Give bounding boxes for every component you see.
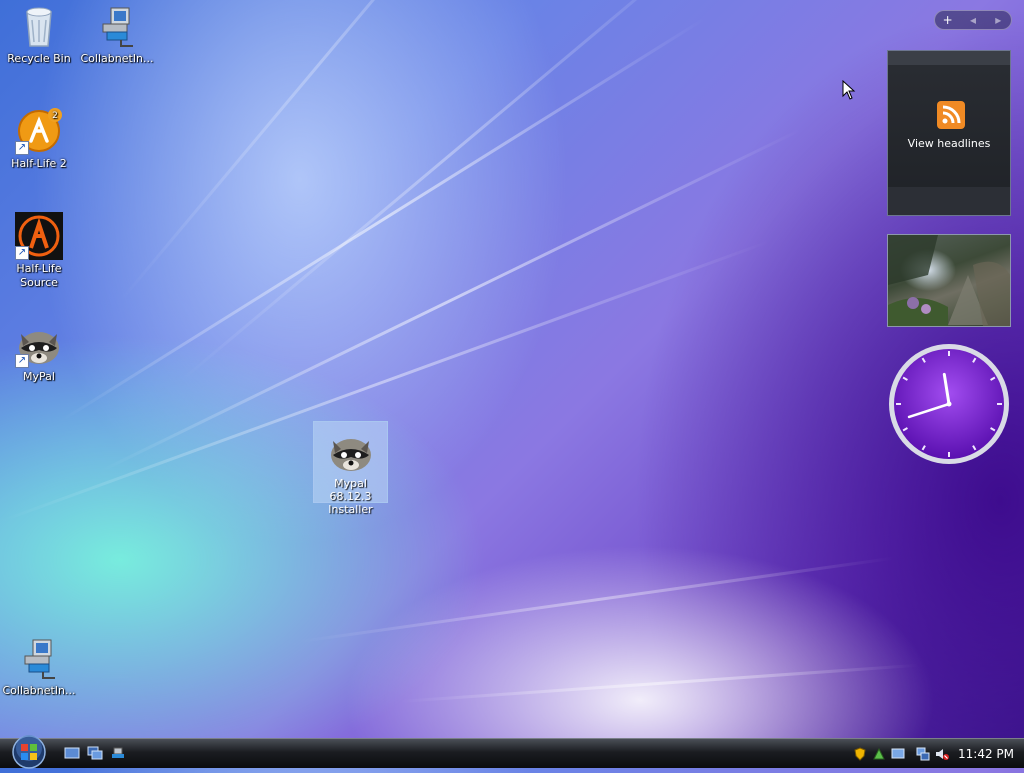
desktop-icon-mypal-installer[interactable]: Mypal 68.12.3 Installer — [313, 421, 388, 516]
shortcut-arrow-icon: ↗ — [15, 354, 29, 368]
shortcut-arrow-icon: ↗ — [15, 141, 29, 155]
desktop-icon-label: Mypal 68.12.3 Installer — [328, 477, 373, 516]
desktop-icon-collabnet-2[interactable]: CollabnetIn... — [1, 634, 77, 698]
windows-logo-icon — [12, 735, 46, 769]
svg-text:2: 2 — [52, 111, 58, 121]
slideshow-photo — [888, 235, 1010, 326]
half-life-2-icon: 2 ↗ — [15, 107, 63, 155]
network-computer-icon — [15, 634, 63, 682]
show-desktop-icon[interactable] — [64, 745, 80, 759]
desktop-icon-label: MyPal — [23, 370, 55, 383]
gadget-footer — [888, 187, 1010, 215]
recycle-bin-icon — [15, 2, 63, 50]
network-computer-icon — [93, 2, 141, 50]
desktop-icon-half-life-2[interactable]: 2 ↗ Half-Life 2 — [1, 107, 77, 171]
system-tray: 11:42 PM — [853, 739, 1024, 768]
desktop-icon-label: Half-Life Source — [16, 262, 62, 289]
desktop-icon-half-life-source[interactable]: ↗ Half-Life Source — [1, 212, 77, 290]
clock-gadget[interactable] — [887, 342, 1011, 466]
display-icon[interactable] — [891, 747, 905, 761]
switch-windows-icon[interactable] — [87, 745, 103, 760]
rss-feed-icon — [937, 101, 965, 129]
mouse-cursor-icon — [842, 79, 856, 104]
gadget-header — [888, 51, 1010, 65]
network-icon[interactable] — [110, 745, 126, 759]
network-status-icon[interactable] — [872, 747, 886, 761]
desktop-icon-label: Recycle Bin — [7, 52, 71, 65]
clock-pin — [946, 401, 952, 407]
shortcut-arrow-icon: ↗ — [15, 246, 29, 260]
desktop-icon-label: Half-Life 2 — [11, 157, 67, 170]
desktop-icon-collabnet[interactable]: CollabnetIn... — [79, 2, 155, 66]
next-page-button[interactable]: ▸ — [986, 13, 1011, 27]
half-life-source-icon: ↗ — [15, 212, 63, 260]
taskbar-clock[interactable]: 11:42 PM — [958, 747, 1014, 761]
feed-headlines-gadget[interactable]: View headlines — [887, 50, 1011, 216]
raccoon-icon — [327, 427, 375, 475]
sidebar-controls: + ◂ ▸ — [934, 10, 1012, 30]
security-shield-icon[interactable] — [853, 746, 867, 761]
start-button[interactable] — [8, 735, 50, 769]
view-headlines-link[interactable]: View headlines — [888, 137, 1010, 150]
desktop-icon-mypal[interactable]: ↗ MyPal — [1, 320, 77, 384]
previous-page-button[interactable]: ◂ — [960, 13, 985, 27]
desktop-icon-recycle-bin[interactable]: Recycle Bin — [1, 2, 77, 66]
desktop-icon-label: CollabnetIn... — [2, 684, 76, 697]
volume-muted-icon[interactable] — [935, 747, 949, 761]
add-gadget-button[interactable]: + — [935, 13, 960, 27]
slideshow-gadget[interactable] — [887, 234, 1011, 327]
quick-launch — [64, 745, 126, 760]
network-connection-icon[interactable] — [916, 747, 930, 761]
raccoon-icon: ↗ — [15, 320, 63, 368]
desktop-icon-label: CollabnetIn... — [80, 52, 154, 65]
